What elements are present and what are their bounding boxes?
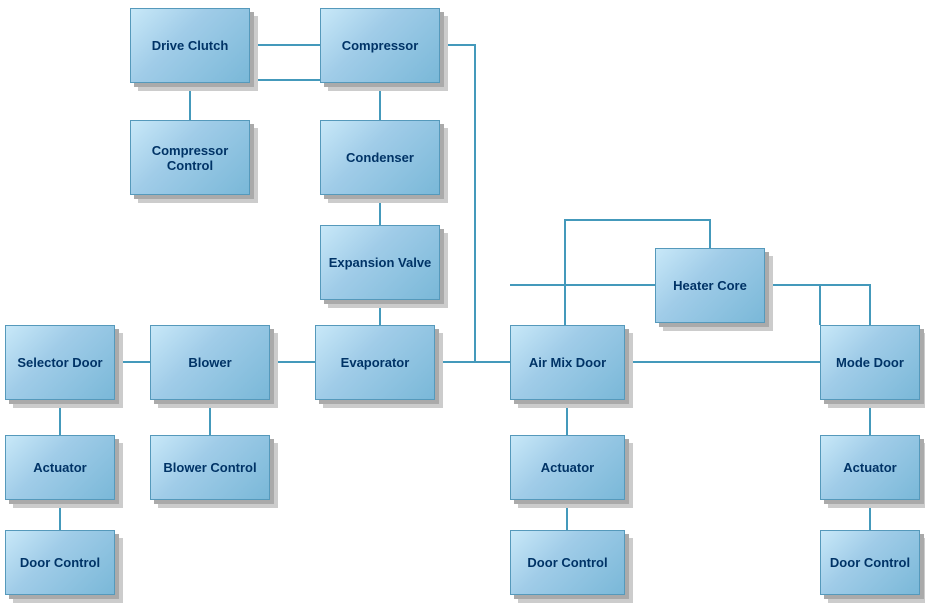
actuator-selector-label: Actuator <box>33 460 86 475</box>
heater-core-label: Heater Core <box>673 278 747 293</box>
door-control-mode-label: Door Control <box>830 555 910 570</box>
mode-door-label: Mode Door <box>836 355 904 370</box>
compressor-control-label: Compressor Control <box>137 143 243 173</box>
blower-control-label: Blower Control <box>163 460 256 475</box>
selector-door-node: Selector Door <box>5 325 115 400</box>
blower-label: Blower <box>188 355 231 370</box>
blower-node: Blower <box>150 325 270 400</box>
diagram-container: Drive Clutch Compressor Control Compress… <box>0 0 925 608</box>
expansion-valve-label: Expansion Valve <box>329 255 432 270</box>
condenser-node: Condenser <box>320 120 440 195</box>
mode-door-node: Mode Door <box>820 325 920 400</box>
condenser-label: Condenser <box>346 150 414 165</box>
evaporator-node: Evaporator <box>315 325 435 400</box>
selector-door-label: Selector Door <box>17 355 102 370</box>
compressor-node: Compressor <box>320 8 440 83</box>
actuator-selector-node: Actuator <box>5 435 115 500</box>
door-control-airmix-node: Door Control <box>510 530 625 595</box>
evaporator-label: Evaporator <box>341 355 410 370</box>
expansion-valve-node: Expansion Valve <box>320 225 440 300</box>
drive-clutch-label: Drive Clutch <box>152 38 229 53</box>
compressor-control-node: Compressor Control <box>130 120 250 195</box>
door-control-selector-node: Door Control <box>5 530 115 595</box>
blower-control-node: Blower Control <box>150 435 270 500</box>
actuator-mode-node: Actuator <box>820 435 920 500</box>
drive-clutch-node: Drive Clutch <box>130 8 250 83</box>
air-mix-door-label: Air Mix Door <box>529 355 606 370</box>
air-mix-door-node: Air Mix Door <box>510 325 625 400</box>
door-control-selector-label: Door Control <box>20 555 100 570</box>
actuator-mode-label: Actuator <box>843 460 896 475</box>
door-control-airmix-label: Door Control <box>527 555 607 570</box>
heater-core-node: Heater Core <box>655 248 765 323</box>
actuator-airmix-label: Actuator <box>541 460 594 475</box>
door-control-mode-node: Door Control <box>820 530 920 595</box>
actuator-airmix-node: Actuator <box>510 435 625 500</box>
compressor-label: Compressor <box>342 38 419 53</box>
connector-lines <box>0 0 925 608</box>
